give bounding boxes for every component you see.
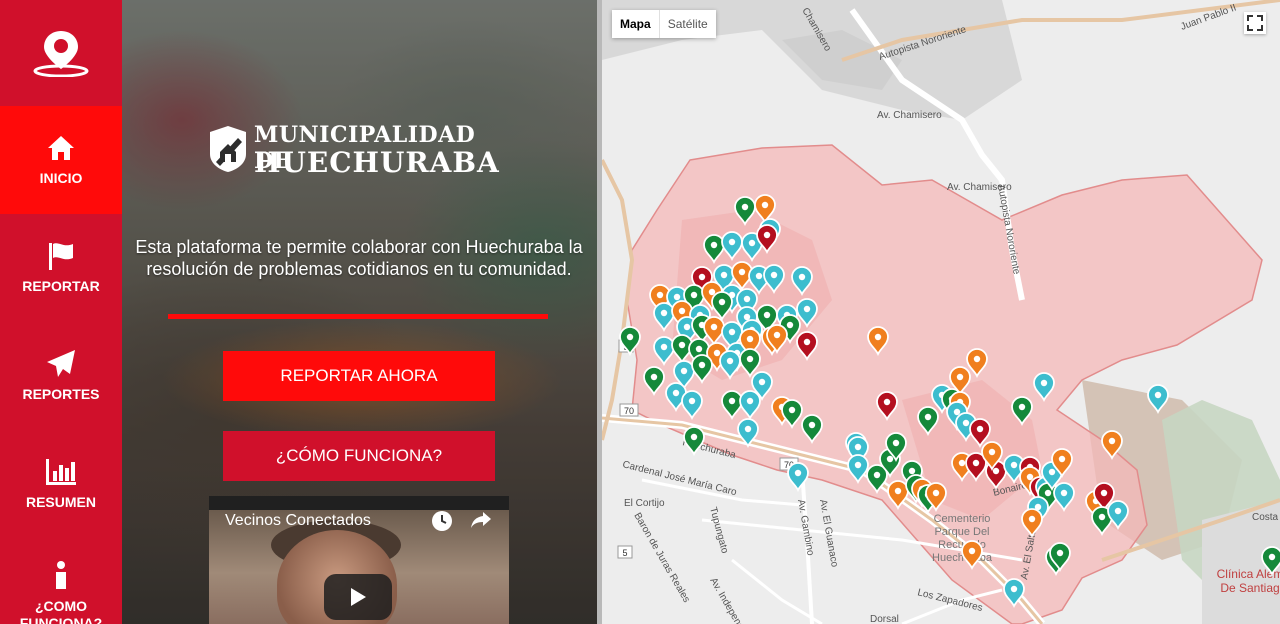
sidebar: INICIO REPORTAR REPORTES RESUMEN ¿COMO F…: [0, 0, 122, 624]
svg-text:5: 5: [622, 548, 627, 558]
brand-line-2: HUECHURABA: [254, 146, 500, 179]
sidebar-item-label: FUNCIONA?: [19, 615, 103, 624]
map-label: De Santiag: [1220, 581, 1279, 595]
bar-chart-icon: [46, 459, 76, 485]
info-icon: [56, 561, 66, 589]
map-type-satellite[interactable]: Satélite: [658, 10, 716, 38]
share-icon[interactable]: [469, 510, 493, 530]
map-label: El Cortijo: [624, 498, 665, 509]
map-type-control: Mapa Satélite: [612, 10, 716, 38]
video-player[interactable]: Vecinos Conectados: [209, 496, 509, 624]
map-label: Dorsal: [870, 614, 899, 624]
video-title: Vecinos Conectados: [225, 512, 371, 529]
flag-icon: [49, 243, 73, 270]
watch-later-icon[interactable]: [431, 510, 453, 532]
sidebar-item-como-funciona[interactable]: ¿COMO FUNCIONA?: [0, 538, 122, 624]
play-icon: [351, 588, 366, 606]
svg-text:70: 70: [624, 406, 634, 416]
report-now-button[interactable]: REPORTAR AHORA: [223, 351, 495, 401]
map-label: Costa: [1252, 512, 1279, 523]
intro-text: Esta plataforma te permite colaborar con…: [135, 237, 583, 279]
map-label: Parque Del: [934, 526, 989, 538]
paper-plane-icon: [47, 350, 75, 377]
how-it-works-button[interactable]: ¿CÓMO FUNCIONA?: [223, 431, 495, 481]
home-icon: [48, 136, 74, 160]
sidebar-item-inicio[interactable]: INICIO: [0, 106, 122, 214]
sidebar-item-label: REPORTES: [22, 386, 100, 402]
shield-icon: [210, 126, 246, 172]
map-pin-icon: [33, 31, 89, 77]
fullscreen-button[interactable]: [1244, 12, 1266, 34]
map-label: Cementerio: [934, 513, 991, 525]
fullscreen-icon: [1247, 15, 1263, 31]
sidebar-item-label: ¿COMO: [34, 598, 88, 614]
sidebar-item-resumen[interactable]: RESUMEN: [0, 430, 122, 538]
map-view[interactable]: Autopista Nororiente Autopista Nororient…: [602, 0, 1280, 624]
sidebar-item-label: REPORTAR: [22, 278, 100, 294]
app-logo[interactable]: [0, 0, 122, 106]
divider-line: [168, 314, 548, 319]
map-label: Av. Chamisero: [947, 182, 1012, 193]
play-button[interactable]: [324, 574, 392, 620]
map-canvas[interactable]: Autopista Nororiente Autopista Nororient…: [602, 0, 1280, 624]
hero-panel: MUNICIPALIDAD DE HUECHURABA Esta platafo…: [122, 0, 597, 624]
map-label: Av. Chamisero: [877, 110, 942, 121]
sidebar-item-reportes[interactable]: REPORTES: [0, 322, 122, 430]
sidebar-item-label: INICIO: [39, 170, 83, 186]
sidebar-item-label: RESUMEN: [25, 494, 96, 510]
sidebar-item-reportar[interactable]: REPORTAR: [0, 214, 122, 322]
map-type-map[interactable]: Mapa: [612, 10, 659, 38]
municipality-logo: MUNICIPALIDAD DE HUECHURABA: [208, 122, 518, 182]
